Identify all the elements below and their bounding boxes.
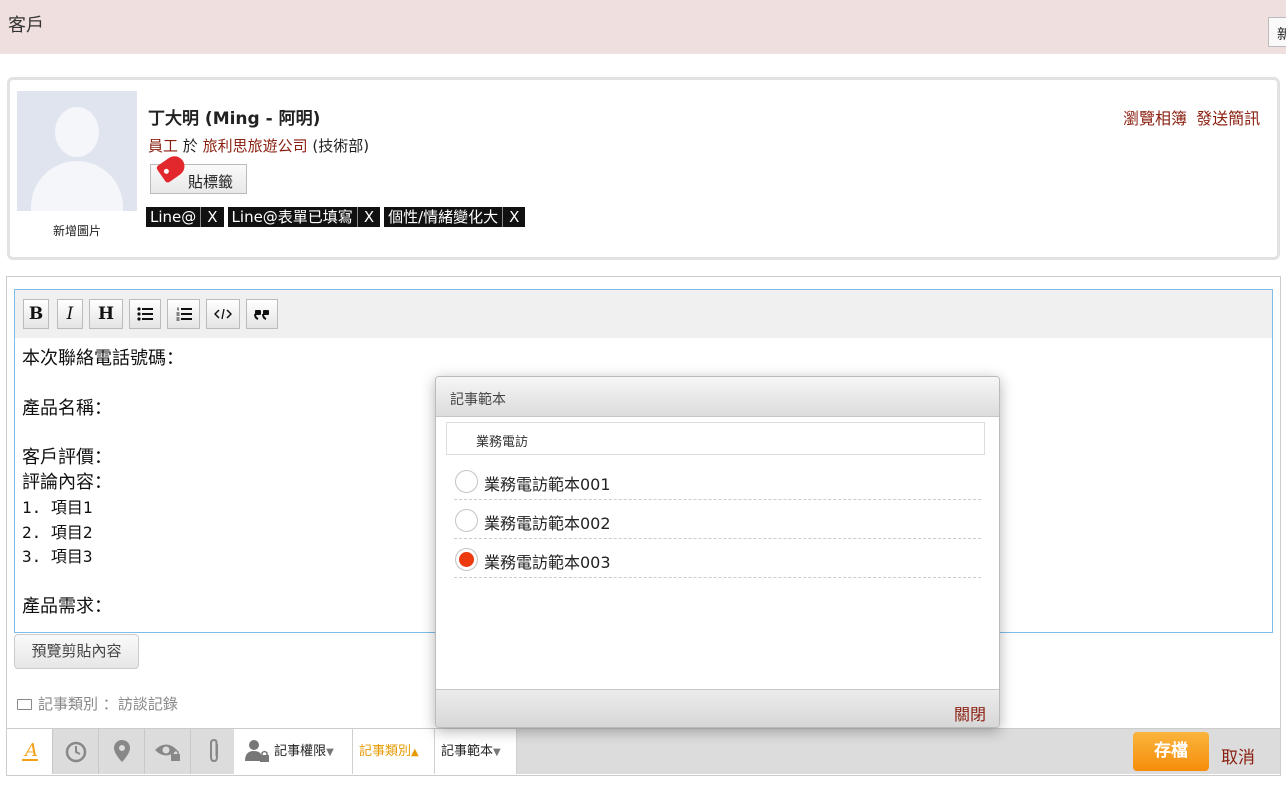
remove-tag-button[interactable]: X <box>356 207 380 227</box>
note-category: 記事類別 ：訪談記錄 <box>17 693 178 714</box>
note-action-bar: A 記事權限▼ 記事類別▲ 記事範本▼ 存檔 取消 <box>7 728 1280 774</box>
dialog-title: 記事範本 <box>436 377 999 417</box>
template-dialog: 記事範本 業務電訪 業務電訪範本001 業務電訪範本002 業務電訪範本003 … <box>435 376 1000 728</box>
map-pin-icon <box>113 740 130 762</box>
avatar-head-icon <box>55 107 99 157</box>
content-line: 客戶評價： <box>22 447 112 469</box>
tag-label: Line@表單已填寫 <box>231 208 353 226</box>
tag-icon <box>155 152 189 184</box>
page-header: 客戶 新 <box>0 0 1286 54</box>
code-button[interactable] <box>206 299 240 329</box>
location-button[interactable] <box>99 729 145 774</box>
tag-label: Line@ <box>150 208 197 226</box>
svg-text:A: A <box>23 740 38 761</box>
add-photo-link[interactable]: 新增圖片 <box>17 222 137 239</box>
remove-tag-button[interactable]: X <box>200 207 223 227</box>
content-line: 本次聯絡電話號碼： <box>22 348 184 369</box>
italic-button[interactable]: I <box>57 299 83 329</box>
tag-list: Line@ X Line@表單已填寫 X 個性/情緒變化大 X <box>146 207 526 227</box>
numbered-list-button[interactable] <box>167 299 200 329</box>
permission-dropdown[interactable]: 記事權限▼ <box>234 729 353 774</box>
bullet-list-button[interactable] <box>129 299 161 329</box>
content-line: 產品名稱： <box>22 397 112 419</box>
folder-icon <box>17 699 32 710</box>
editor-content[interactable]: 本次聯絡電話號碼： 產品名稱： 客戶評價： 評論內容： 1. 項目1 2. 項目2 3. 項… <box>22 347 184 620</box>
content-list-item: 3. 項目3 <box>22 547 93 567</box>
remove-tag-button[interactable]: X <box>502 207 525 227</box>
tag-chip: Line@表單已填寫 X <box>227 207 381 227</box>
heading-button[interactable]: H <box>89 299 123 329</box>
department: (技術部) <box>312 137 370 155</box>
template-option[interactable]: 業務電訪範本002 <box>454 500 981 539</box>
clock-icon <box>65 741 86 763</box>
template-search-field[interactable]: 業務電訪 <box>446 422 985 455</box>
category-separator: ： <box>102 695 118 713</box>
eye-lock-icon <box>154 744 180 761</box>
reminder-button[interactable] <box>53 729 99 774</box>
visibility-button[interactable] <box>145 729 191 774</box>
page-title: 客戶 <box>8 15 44 36</box>
caret-down-icon: ▼ <box>326 747 334 758</box>
add-tag-label: 貼標籤 <box>188 173 234 191</box>
tag-label: 個性/情緒變化大 <box>388 208 499 226</box>
editor-toolbar: B I H <box>15 290 1272 338</box>
customer-role-line: 員工 於 旅利思旅遊公司 (技術部) <box>148 135 369 156</box>
user-lock-icon <box>245 740 269 762</box>
code-icon <box>213 308 233 320</box>
tag-chip: Line@ X <box>146 207 224 227</box>
customer-name: 丁大明 (Ming - 阿明) <box>148 109 321 129</box>
quote-icon <box>254 310 269 320</box>
bold-button[interactable]: B <box>23 299 49 329</box>
category-label: 記事類別 <box>38 695 99 713</box>
role-at: 於 <box>182 137 198 155</box>
caret-down-icon: ▼ <box>493 747 501 758</box>
content-line: 評論內容： <box>22 471 112 493</box>
template-menu-label: 記事範本 <box>441 744 494 759</box>
bullet-list-icon <box>137 307 153 321</box>
radio-button[interactable] <box>455 509 478 532</box>
cancel-link[interactable]: 取消 <box>1221 743 1255 768</box>
new-button[interactable]: 新 <box>1268 17 1286 47</box>
dialog-footer: 關閉 <box>436 689 999 727</box>
category-menu-label: 記事類別 <box>359 744 412 759</box>
profile-links: 瀏覽相簿 發送簡訊 <box>1123 105 1264 129</box>
add-tag-button[interactable]: 貼標籤 <box>150 152 247 194</box>
content-list-item: 2. 項目2 <box>22 522 93 542</box>
template-option-label: 業務電訪範本003 <box>484 553 611 572</box>
caret-up-icon: ▲ <box>411 747 419 758</box>
text-format-button[interactable]: A <box>7 729 53 774</box>
template-option[interactable]: 業務電訪範本001 <box>454 461 981 500</box>
save-button[interactable]: 存檔 <box>1133 732 1209 771</box>
permission-label: 記事權限 <box>274 744 327 759</box>
content-line: 產品需求： <box>22 595 112 617</box>
paperclip-icon <box>209 738 218 763</box>
numbered-list-icon <box>176 307 192 321</box>
avatar[interactable] <box>17 91 137 211</box>
sms-link[interactable]: 發送簡訊 <box>1196 109 1260 128</box>
profile-card: 新增圖片 丁大明 (Ming - 阿明) 員工 於 旅利思旅遊公司 (技術部) … <box>7 77 1280 260</box>
template-option[interactable]: 業務電訪範本003 <box>454 539 981 578</box>
quote-button[interactable] <box>246 299 278 329</box>
album-link[interactable]: 瀏覽相簿 <box>1123 109 1187 128</box>
category-value: 訪談記錄 <box>117 695 178 713</box>
category-dropdown[interactable]: 記事類別▲ <box>353 729 435 774</box>
tag-chip: 個性/情緒變化大 X <box>384 207 526 227</box>
avatar-body-icon <box>31 161 123 211</box>
close-link[interactable]: 關閉 <box>954 701 986 725</box>
company-link[interactable]: 旅利思旅遊公司 <box>203 137 308 155</box>
preview-clipboard-button[interactable]: 預覽剪貼內容 <box>14 634 139 669</box>
template-option-label: 業務電訪範本002 <box>484 514 611 533</box>
attachment-button[interactable] <box>191 729 237 774</box>
template-option-label: 業務電訪範本001 <box>484 475 611 494</box>
content-list-item: 1. 項目1 <box>22 497 93 517</box>
role-link[interactable]: 員工 <box>148 137 178 155</box>
radio-button-selected[interactable] <box>455 548 478 571</box>
radio-button[interactable] <box>455 470 478 493</box>
template-dropdown[interactable]: 記事範本▼ <box>435 729 517 774</box>
font-color-icon: A <box>21 740 38 761</box>
